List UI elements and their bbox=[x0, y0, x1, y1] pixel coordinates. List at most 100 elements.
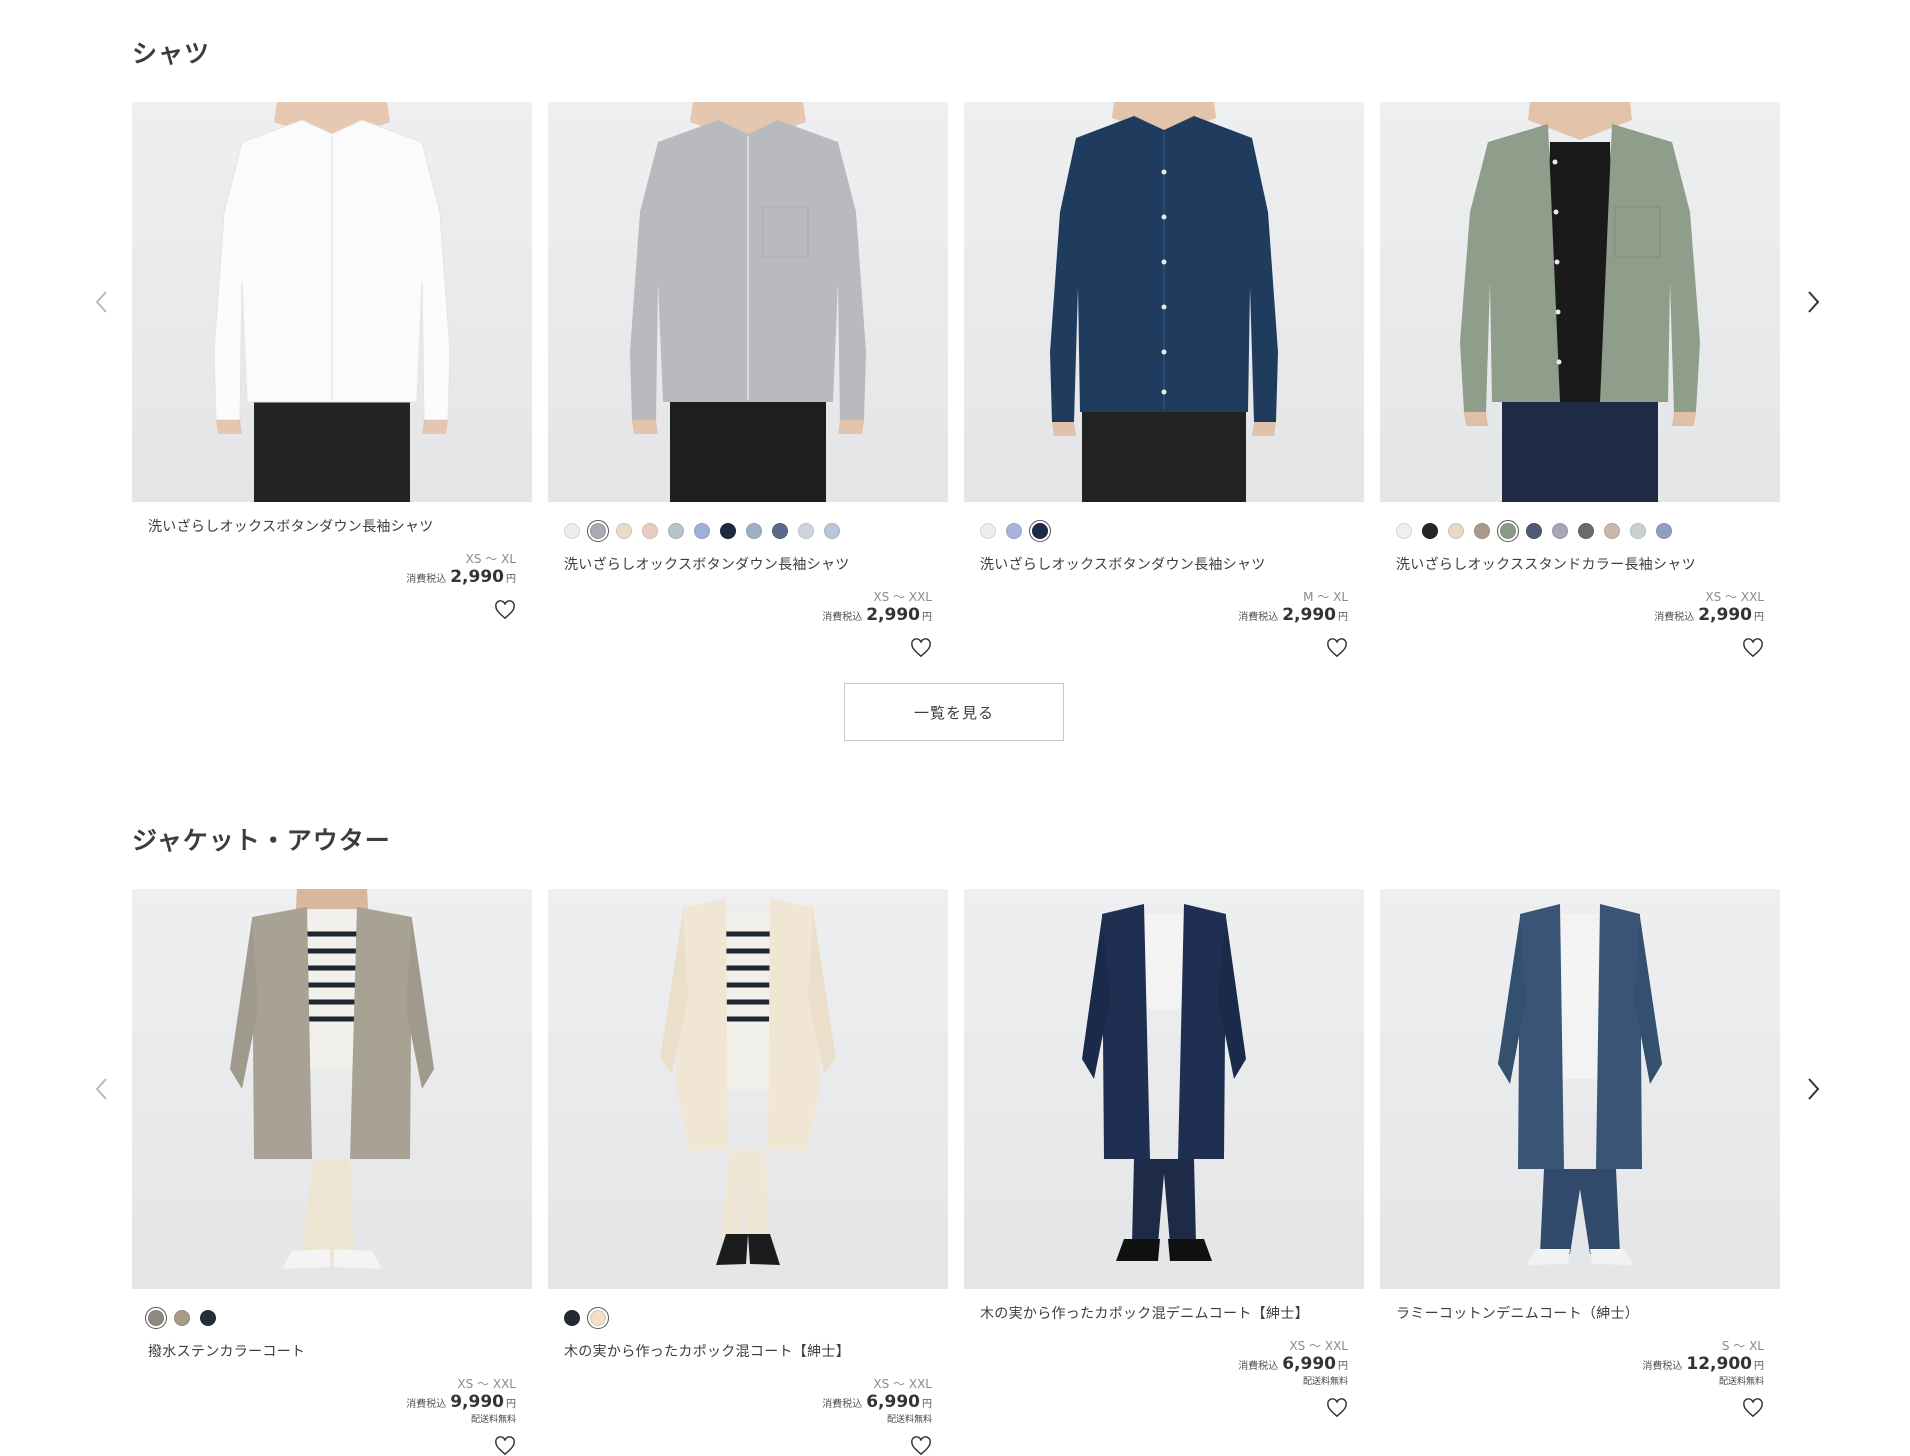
heart-outline-icon[interactable] bbox=[494, 600, 516, 620]
product-sizes: XS 〜 XL bbox=[465, 552, 516, 566]
color-swatch[interactable] bbox=[1552, 523, 1568, 539]
product-sizes: M 〜 XL bbox=[1303, 590, 1348, 604]
color-swatch[interactable] bbox=[616, 523, 632, 539]
color-swatch[interactable] bbox=[1526, 523, 1542, 539]
color-swatch[interactable] bbox=[587, 1307, 609, 1329]
color-swatch[interactable] bbox=[145, 1307, 167, 1329]
color-swatch[interactable] bbox=[1006, 523, 1022, 539]
carousel-next-button[interactable] bbox=[1803, 1074, 1823, 1104]
price-value: 2,990 bbox=[866, 605, 920, 625]
free-shipping-label: 配送料無料 bbox=[1718, 1377, 1764, 1387]
tax-label: 消費税込 bbox=[1238, 612, 1279, 623]
color-swatches bbox=[964, 518, 1364, 544]
heart-outline-icon[interactable] bbox=[494, 1436, 516, 1456]
color-swatch[interactable] bbox=[694, 523, 710, 539]
chevron-left-icon bbox=[95, 291, 107, 313]
tax-label: 消費税込 bbox=[406, 1399, 447, 1410]
view-all-button[interactable]: 一覧を見る bbox=[844, 683, 1064, 741]
white-shirt-photo bbox=[213, 102, 451, 502]
color-swatch[interactable] bbox=[174, 1310, 190, 1326]
product-name[interactable]: ラミーコットンデニムコート（紳士） bbox=[1396, 1303, 1780, 1323]
heart-outline-icon[interactable] bbox=[910, 638, 932, 658]
color-swatch[interactable] bbox=[980, 523, 996, 539]
color-swatch[interactable] bbox=[200, 1310, 216, 1326]
product-price: 消費税込 9,990 円 bbox=[132, 1392, 516, 1415]
denim-coat-photo bbox=[1498, 904, 1662, 1265]
product-card[interactable]: 撥水ステンカラーコート XS 〜 XXL 消費税込 9,990 円 配送料無料 bbox=[132, 889, 532, 1456]
product-card[interactable]: 木の実から作ったカポック混デニムコート【紳士】 XS 〜 XXL 消費税込 6,9… bbox=[964, 889, 1364, 1418]
product-card[interactable]: 洗いざらしオックスボタンダウン長袖シャツ XS 〜 XXL 消費税込 2,990 円 bbox=[548, 102, 948, 658]
carousel-next-button[interactable] bbox=[1803, 287, 1823, 317]
heart-outline-icon[interactable] bbox=[1742, 638, 1764, 658]
product-card[interactable]: 洗いざらしオックスボタンダウン長袖シャツ M 〜 XL 消費税込 2,990 円 bbox=[964, 102, 1364, 658]
color-swatch[interactable] bbox=[587, 520, 609, 542]
color-swatch[interactable] bbox=[1422, 523, 1438, 539]
carousel-prev-button[interactable] bbox=[92, 287, 112, 317]
color-swatch[interactable] bbox=[1656, 523, 1672, 539]
product-card[interactable]: 木の実から作ったカポック混コート【紳士】 XS 〜 XXL 消費税込 6,990 円… bbox=[548, 889, 948, 1456]
section-title: ジャケット・アウター bbox=[132, 826, 391, 855]
heart-outline-icon[interactable] bbox=[1326, 1398, 1348, 1418]
color-swatch[interactable] bbox=[1604, 523, 1620, 539]
color-swatch[interactable] bbox=[824, 523, 840, 539]
heart-outline-icon[interactable] bbox=[910, 1436, 932, 1456]
color-swatch[interactable] bbox=[1630, 523, 1646, 539]
tax-label: 消費税込 bbox=[822, 612, 863, 623]
color-swatch[interactable] bbox=[746, 523, 762, 539]
color-swatch[interactable] bbox=[668, 523, 684, 539]
product-price: 消費税込 6,990 円 bbox=[964, 1354, 1348, 1377]
price-value: 2,990 bbox=[450, 567, 504, 587]
color-swatch[interactable] bbox=[1029, 520, 1051, 542]
product-image[interactable] bbox=[548, 102, 948, 502]
currency-label: 円 bbox=[1754, 612, 1764, 623]
color-swatch[interactable] bbox=[1448, 523, 1464, 539]
carousel-prev-button[interactable] bbox=[92, 1074, 112, 1104]
dark-denim-coat-photo bbox=[1082, 904, 1246, 1261]
product-image[interactable] bbox=[1380, 889, 1780, 1289]
product-image[interactable] bbox=[548, 889, 948, 1289]
product-name[interactable]: 洗いざらしオックスボタンダウン長袖シャツ bbox=[980, 554, 1364, 574]
product-sizes: XS 〜 XXL bbox=[1289, 1339, 1348, 1353]
product-price: 消費税込 2,990 円 bbox=[548, 605, 932, 628]
color-swatches bbox=[548, 1305, 948, 1331]
product-image[interactable] bbox=[1380, 102, 1780, 502]
currency-label: 円 bbox=[1338, 612, 1348, 623]
color-swatch[interactable] bbox=[1396, 523, 1412, 539]
product-sizes: XS 〜 XXL bbox=[873, 590, 932, 604]
product-image[interactable] bbox=[964, 102, 1364, 502]
tax-label: 消費税込 bbox=[1238, 1361, 1279, 1372]
product-name[interactable]: 木の実から作ったカポック混コート【紳士】 bbox=[564, 1341, 948, 1361]
color-swatch[interactable] bbox=[720, 523, 736, 539]
color-swatches bbox=[132, 1305, 532, 1331]
product-price: 消費税込 2,990 円 bbox=[964, 605, 1348, 628]
heart-outline-icon[interactable] bbox=[1326, 638, 1348, 658]
product-name[interactable]: 洗いざらしオックススタンドカラー長袖シャツ bbox=[1396, 554, 1780, 574]
color-swatch[interactable] bbox=[1497, 520, 1519, 542]
product-card[interactable]: ラミーコットンデニムコート（紳士） S 〜 XL 消費税込 12,900 円 配送料… bbox=[1380, 889, 1780, 1418]
free-shipping-label: 配送料無料 bbox=[886, 1415, 932, 1425]
product-name[interactable]: 洗いざらしオックスボタンダウン長袖シャツ bbox=[148, 516, 532, 536]
product-card[interactable]: 洗いざらしオックススタンドカラー長袖シャツ XS 〜 XXL 消費税込 2,990… bbox=[1380, 102, 1780, 658]
product-name[interactable]: 木の実から作ったカポック混デニムコート【紳士】 bbox=[980, 1303, 1364, 1323]
product-image[interactable] bbox=[964, 889, 1364, 1289]
color-swatch[interactable] bbox=[564, 523, 580, 539]
green-shirt-photo bbox=[1460, 102, 1700, 502]
cream-coat-photo bbox=[660, 899, 836, 1265]
color-swatch[interactable] bbox=[798, 523, 814, 539]
product-name[interactable]: 洗いざらしオックスボタンダウン長袖シャツ bbox=[564, 554, 948, 574]
color-swatch[interactable] bbox=[642, 523, 658, 539]
product-image[interactable] bbox=[132, 102, 532, 502]
heart-outline-icon[interactable] bbox=[1742, 1398, 1764, 1418]
tax-label: 消費税込 bbox=[406, 574, 447, 585]
color-swatch[interactable] bbox=[1578, 523, 1594, 539]
color-swatch[interactable] bbox=[772, 523, 788, 539]
currency-label: 円 bbox=[922, 1399, 932, 1410]
product-name[interactable]: 撥水ステンカラーコート bbox=[148, 1341, 532, 1361]
product-image[interactable] bbox=[132, 889, 532, 1289]
chevron-right-icon bbox=[1808, 291, 1820, 313]
product-card[interactable]: 洗いざらしオックスボタンダウン長袖シャツ XS 〜 XL 消費税込 2,990 円 bbox=[132, 102, 532, 620]
currency-label: 円 bbox=[1754, 1361, 1764, 1372]
chevron-left-icon bbox=[95, 1078, 107, 1100]
color-swatch[interactable] bbox=[564, 1310, 580, 1326]
color-swatch[interactable] bbox=[1474, 523, 1490, 539]
